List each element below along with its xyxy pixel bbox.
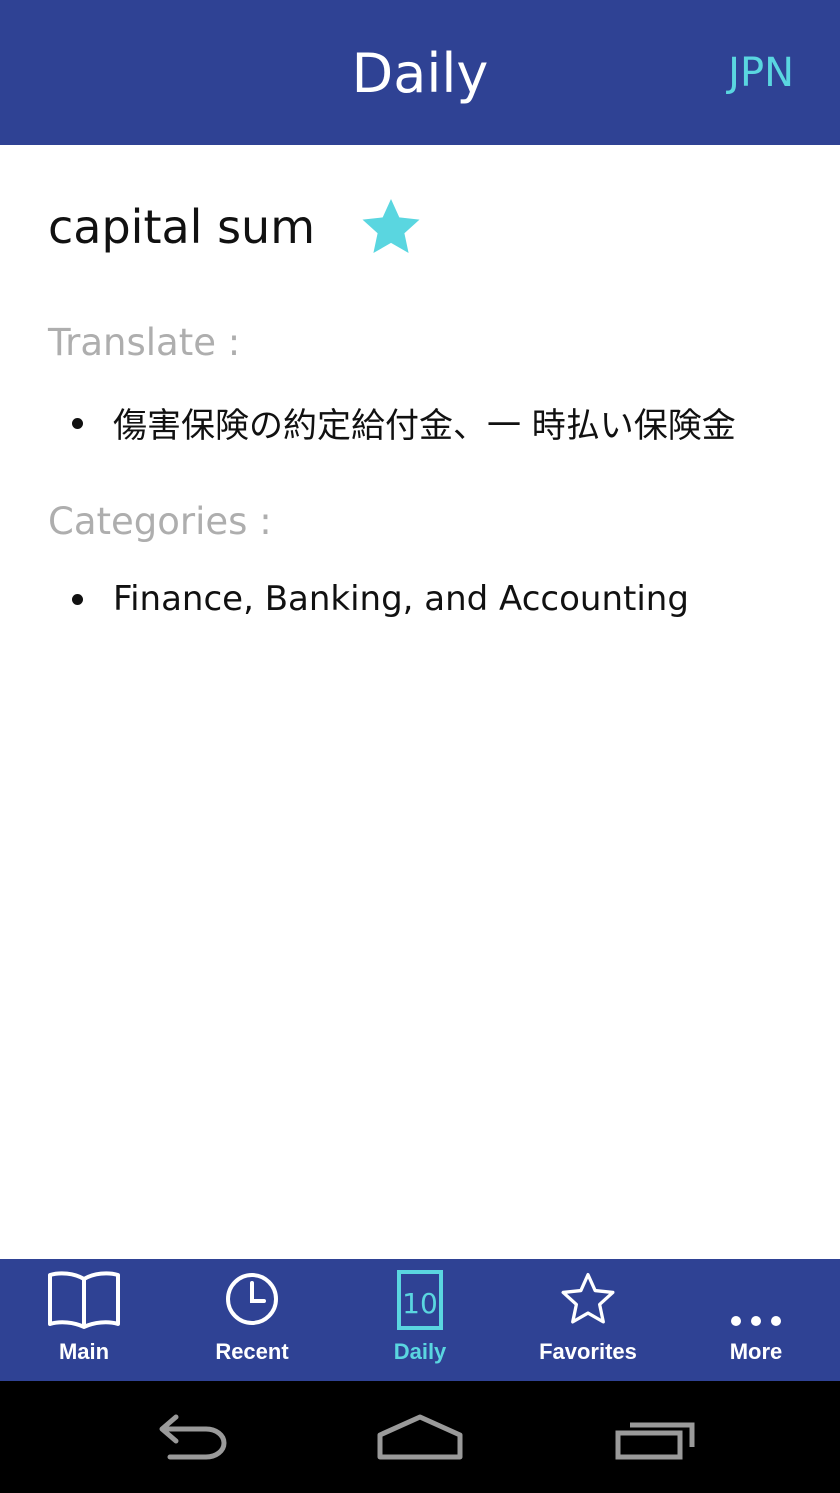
page-title: Daily [351, 42, 489, 105]
app-bar: Daily JPN [0, 0, 840, 145]
clock-icon [226, 1273, 278, 1325]
term-row: capital sum [48, 197, 423, 257]
recent-apps-icon [615, 1422, 695, 1460]
nav-item-recent[interactable]: Recent [168, 1259, 336, 1381]
nav-item-main[interactable]: Main [0, 1259, 168, 1381]
nav-label-daily: Daily [393, 1339, 447, 1364]
category-list: Finance, Banking, and Accounting [0, 579, 689, 619]
nav-item-favorites[interactable]: Favorites [504, 1259, 672, 1381]
bullet-icon [72, 594, 83, 605]
system-recents-button[interactable] [606, 1401, 706, 1473]
nav-label-main: Main [58, 1339, 110, 1364]
system-home-button[interactable] [370, 1401, 470, 1473]
bullet-icon [72, 417, 83, 429]
language-toggle-button[interactable]: JPN [728, 50, 794, 96]
favorite-star-icon[interactable] [359, 195, 423, 259]
screen: Daily JPN capital sum Translate : 傷害保険の約… [0, 0, 840, 1493]
translation-text: 傷害保険の約定給付金、一 時払い保険金 [113, 406, 736, 446]
back-arrow-icon [159, 1414, 227, 1460]
nav-item-daily[interactable]: 10 Daily [336, 1259, 504, 1381]
bottom-navigation: Main Recent 10 Daily Favorites More [0, 1259, 840, 1381]
translation-item: 傷害保険の約定給付金、一 時払い保険金 [0, 398, 736, 447]
star-outline-icon [561, 1272, 615, 1324]
categories-label: Categories : [48, 500, 272, 543]
system-navigation-bar [0, 1381, 840, 1493]
category-text: Finance, Banking, and Accounting [113, 579, 689, 619]
entry-content: capital sum Translate : 傷害保険の約定給付金、一 時払い… [0, 145, 840, 1259]
term-title: capital sum [48, 200, 316, 254]
more-dots-icon [731, 1316, 781, 1326]
translate-label: Translate : [48, 321, 241, 364]
nav-label-favorites: Favorites [539, 1339, 637, 1364]
svg-text:10: 10 [402, 1287, 438, 1320]
nav-label-recent: Recent [215, 1339, 289, 1364]
nav-item-more[interactable]: More [672, 1259, 840, 1381]
open-book-icon [48, 1271, 120, 1329]
calendar-10-icon: 10 [397, 1270, 443, 1330]
category-item: Finance, Banking, and Accounting [0, 579, 689, 619]
translation-list: 傷害保険の約定給付金、一 時払い保険金 [0, 398, 736, 447]
system-back-button[interactable] [144, 1401, 244, 1473]
home-icon [377, 1414, 463, 1460]
nav-label-more: More [729, 1339, 783, 1364]
